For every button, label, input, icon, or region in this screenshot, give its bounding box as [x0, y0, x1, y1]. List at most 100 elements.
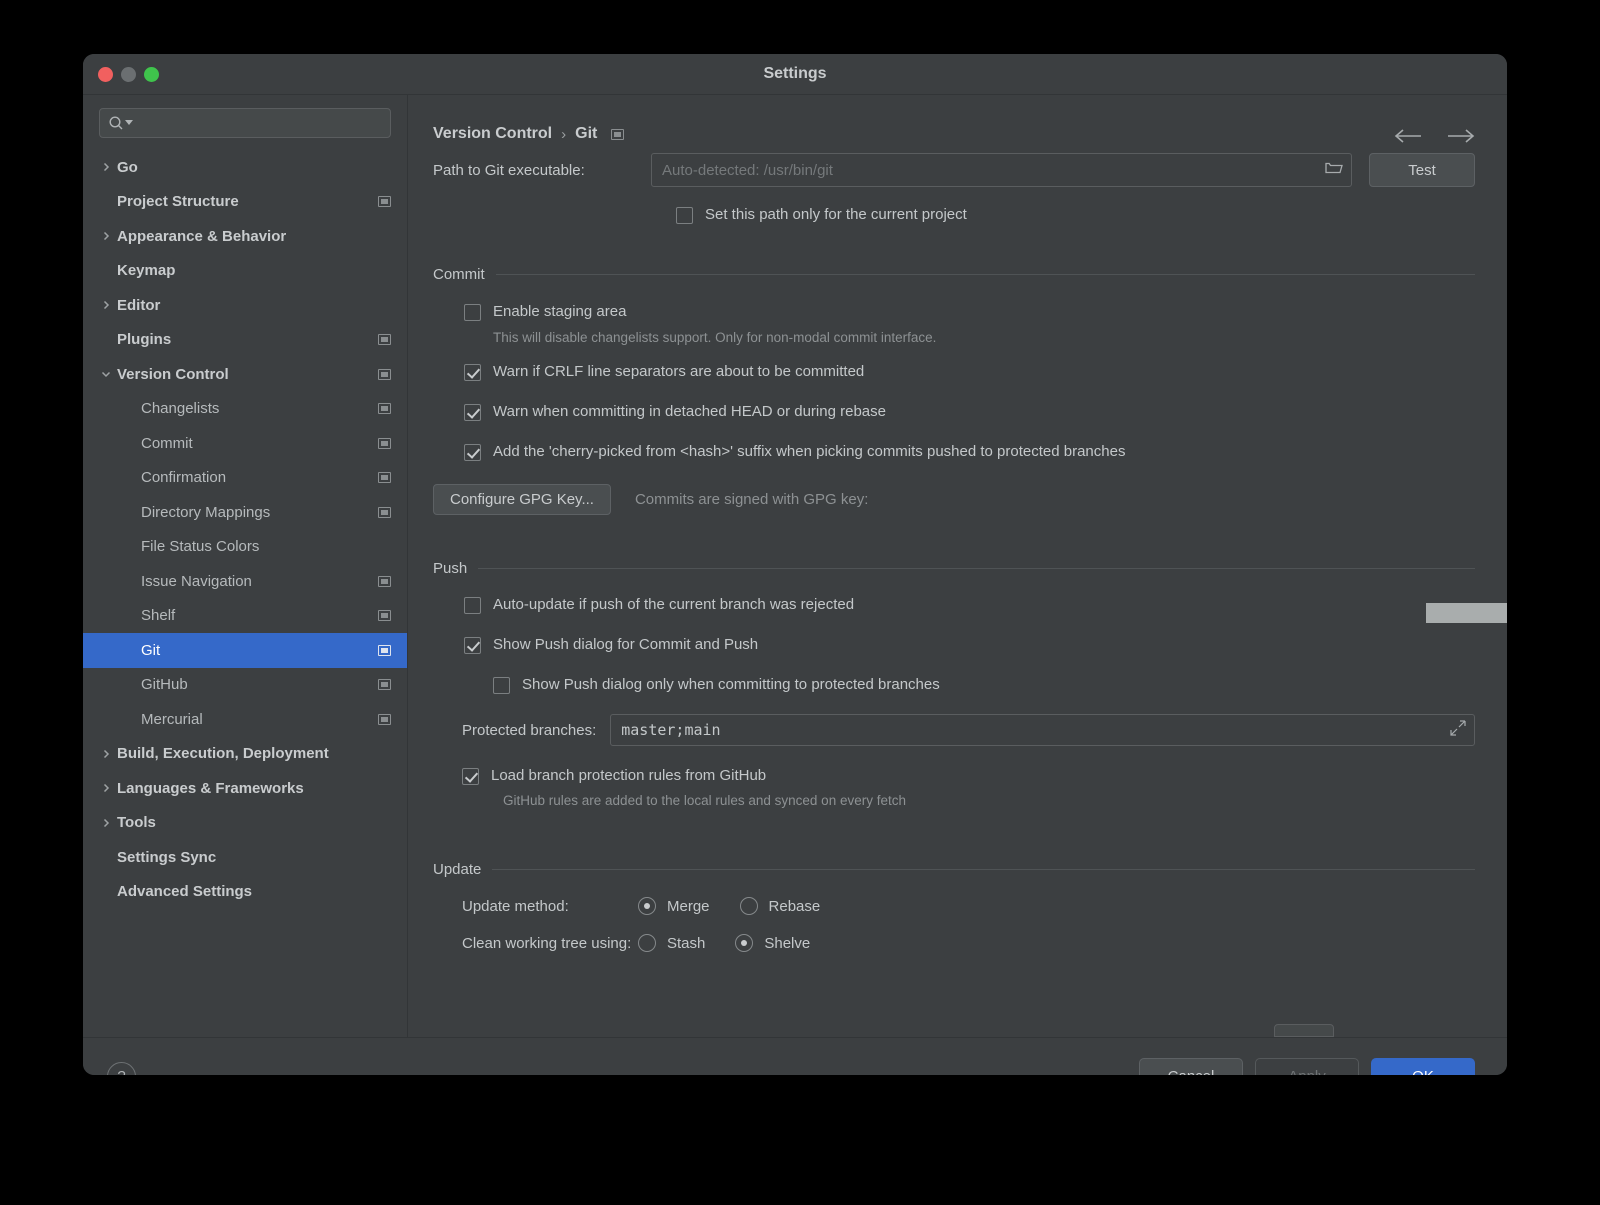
- push-option-label: Show Push dialog for Commit and Push: [493, 636, 758, 654]
- project-level-settings-icon: [378, 369, 391, 380]
- chevron-right-icon[interactable]: [99, 816, 113, 830]
- project-level-settings-icon: [378, 610, 391, 621]
- protected-branches-input[interactable]: master;main: [610, 714, 1475, 746]
- commit-option-checkbox[interactable]: [464, 304, 481, 321]
- search-dropdown-caret-icon[interactable]: [125, 119, 133, 127]
- sidebar-item-github[interactable]: GitHub: [83, 668, 407, 703]
- breadcrumb-parent[interactable]: Version Control: [433, 125, 552, 143]
- forward-arrow-icon[interactable]: [1445, 128, 1475, 149]
- sidebar-item-tools[interactable]: Tools: [83, 806, 407, 841]
- protected-branches-value: master;main: [621, 721, 1450, 739]
- sidebar-item-file-status-colors[interactable]: File Status Colors: [83, 530, 407, 565]
- radio-option-label: Rebase: [769, 898, 821, 915]
- title-bar: Settings: [83, 54, 1507, 95]
- sidebar-item-label: Plugins: [117, 331, 171, 348]
- clipped-combobox-below-fold[interactable]: [1274, 1024, 1334, 1037]
- sidebar-item-label: Editor: [117, 297, 160, 314]
- push-option-row[interactable]: Show Push dialog for Commit and Push: [464, 636, 1475, 654]
- push-option-checkbox[interactable]: [464, 637, 481, 654]
- project-level-settings-icon: [378, 403, 391, 414]
- ok-button[interactable]: OK: [1371, 1058, 1475, 1076]
- update-section: Update Update method:MergeRebaseClean wo…: [408, 861, 1507, 952]
- commit-option-checkbox[interactable]: [464, 444, 481, 461]
- chevron-down-icon[interactable]: [99, 367, 113, 381]
- push-option-row[interactable]: Auto-update if push of the current branc…: [464, 596, 1475, 614]
- sidebar-item-label: Build, Execution, Deployment: [117, 745, 329, 762]
- radio-option[interactable]: Stash: [638, 934, 705, 952]
- folder-browse-icon[interactable]: [1325, 160, 1343, 180]
- chevron-right-icon[interactable]: [99, 781, 113, 795]
- search-box[interactable]: [99, 108, 391, 138]
- sidebar-item-plugins[interactable]: Plugins: [83, 323, 407, 358]
- chevron-right-icon[interactable]: [99, 229, 113, 243]
- sidebar-item-version-control[interactable]: Version Control: [83, 357, 407, 392]
- sidebar-item-label: Shelf: [117, 607, 175, 624]
- commit-option-checkbox[interactable]: [464, 364, 481, 381]
- sidebar-item-mercurial[interactable]: Mercurial: [83, 702, 407, 737]
- set-path-checkbox[interactable]: [676, 207, 693, 224]
- radio-button[interactable]: [638, 934, 656, 952]
- sidebar-item-project-structure[interactable]: Project Structure: [83, 185, 407, 220]
- push-option-checkbox[interactable]: [493, 677, 510, 694]
- chevron-right-icon[interactable]: [99, 160, 113, 174]
- sidebar-item-issue-navigation[interactable]: Issue Navigation: [83, 564, 407, 599]
- push-option-row[interactable]: Show Push dialog only when committing to…: [493, 676, 1475, 694]
- sidebar-item-directory-mappings[interactable]: Directory Mappings: [83, 495, 407, 530]
- radio-button[interactable]: [638, 897, 656, 915]
- commit-option-row[interactable]: Enable staging area: [464, 303, 1475, 321]
- load-branch-rules-row[interactable]: Load branch protection rules from GitHub: [433, 767, 1475, 785]
- sidebar-item-changelists[interactable]: Changelists: [83, 392, 407, 427]
- sidebar-item-label: GitHub: [117, 676, 188, 693]
- sidebar-item-confirmation[interactable]: Confirmation: [83, 461, 407, 496]
- commit-option-label: Add the 'cherry-picked from <hash>' suff…: [493, 443, 1125, 461]
- sidebar-item-appearance-behavior[interactable]: Appearance & Behavior: [83, 219, 407, 254]
- radio-option[interactable]: Shelve: [735, 934, 810, 952]
- settings-window: Settings GoProject StructureAppearance &…: [83, 54, 1507, 1075]
- apply-button[interactable]: Apply: [1255, 1058, 1359, 1076]
- commit-option-row[interactable]: Warn if CRLF line separators are about t…: [464, 363, 1475, 381]
- configure-gpg-key-button[interactable]: Configure GPG Key...: [433, 484, 611, 515]
- set-path-current-project-row[interactable]: Set this path only for the current proje…: [676, 206, 1507, 224]
- push-option-checkbox[interactable]: [464, 597, 481, 614]
- sidebar-item-label: Git: [117, 642, 160, 659]
- chevron-right-icon[interactable]: [99, 298, 113, 312]
- push-section-header: Push: [433, 560, 1475, 577]
- sidebar-item-shelf[interactable]: Shelf: [83, 599, 407, 634]
- window-title: Settings: [83, 65, 1507, 83]
- load-branch-rules-checkbox[interactable]: [462, 768, 479, 785]
- sidebar-item-languages-frameworks[interactable]: Languages & Frameworks: [83, 771, 407, 806]
- project-level-settings-icon: [611, 129, 624, 140]
- settings-sidebar: GoProject StructureAppearance & Behavior…: [83, 95, 408, 1037]
- sidebar-item-keymap[interactable]: Keymap: [83, 254, 407, 289]
- commit-option-row[interactable]: Warn when committing in detached HEAD or…: [464, 403, 1475, 421]
- radio-button[interactable]: [735, 934, 753, 952]
- push-option-label: Auto-update if push of the current branc…: [493, 596, 854, 614]
- sidebar-item-settings-sync[interactable]: Settings Sync: [83, 840, 407, 875]
- project-level-settings-icon: [378, 472, 391, 483]
- sidebar-item-go[interactable]: Go: [83, 150, 407, 185]
- test-button[interactable]: Test: [1369, 153, 1475, 187]
- sidebar-item-git[interactable]: Git: [83, 633, 407, 668]
- gpg-signed-label: Commits are signed with GPG key:: [635, 491, 868, 508]
- sidebar-item-editor[interactable]: Editor: [83, 288, 407, 323]
- push-options: Auto-update if push of the current branc…: [433, 577, 1475, 694]
- sidebar-item-advanced-settings[interactable]: Advanced Settings: [83, 875, 407, 910]
- radio-option[interactable]: Rebase: [740, 897, 821, 915]
- help-button[interactable]: ?: [107, 1062, 136, 1075]
- git-path-input[interactable]: Auto-detected: /usr/bin/git: [651, 153, 1352, 187]
- commit-section: Commit Enable staging areaThis will disa…: [408, 266, 1507, 515]
- search-input[interactable]: [137, 116, 382, 131]
- load-branch-rules-hint: GitHub rules are added to the local rule…: [433, 793, 1475, 808]
- commit-option-row[interactable]: Add the 'cherry-picked from <hash>' suff…: [464, 443, 1475, 461]
- commit-option-checkbox[interactable]: [464, 404, 481, 421]
- back-arrow-icon[interactable]: [1394, 128, 1424, 149]
- sidebar-item-build-execution-deployment[interactable]: Build, Execution, Deployment: [83, 737, 407, 772]
- radio-button[interactable]: [740, 897, 758, 915]
- cancel-button[interactable]: Cancel: [1139, 1058, 1243, 1076]
- sidebar-item-commit[interactable]: Commit: [83, 426, 407, 461]
- git-executable-path-row: Path to Git executable: Auto-detected: /…: [408, 153, 1507, 187]
- chevron-right-icon[interactable]: [99, 747, 113, 761]
- radio-option[interactable]: Merge: [638, 897, 710, 915]
- dialog-footer: ? Cancel Apply OK: [83, 1037, 1507, 1075]
- expand-field-icon[interactable]: [1450, 720, 1466, 741]
